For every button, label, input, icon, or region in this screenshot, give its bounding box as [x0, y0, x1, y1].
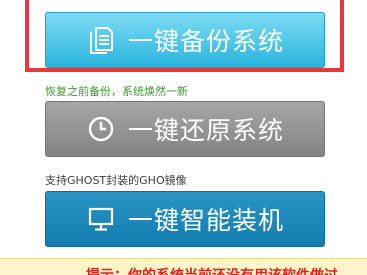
install-caption: 支持GHOST封装的GHO镜像: [45, 174, 187, 187]
tip-text: 提示：你的系统当前还没有用该软件做过: [86, 265, 338, 275]
restore-caption: 恢复之前备份，系统焕然一新: [45, 85, 188, 98]
monitor-icon: [86, 204, 116, 234]
smart-install-label: 一键智能装机: [127, 206, 284, 235]
tip-bar: 提示：你的系统当前还没有用该软件做过: [0, 258, 367, 275]
backup-system-label: 一键备份系统: [127, 27, 284, 56]
backup-system-button[interactable]: 一键备份系统: [45, 12, 325, 68]
document-icon: [86, 25, 116, 55]
restore-system-label: 一键还原系统: [127, 116, 284, 145]
one-click-system-panel: 一键备份系统 恢复之前备份，系统焕然一新 一键还原系统 支持GHOST封装的GH…: [0, 0, 367, 275]
restore-system-button[interactable]: 一键还原系统: [45, 101, 325, 157]
smart-install-button[interactable]: 一键智能装机: [45, 191, 325, 247]
clock-icon: [86, 114, 116, 144]
